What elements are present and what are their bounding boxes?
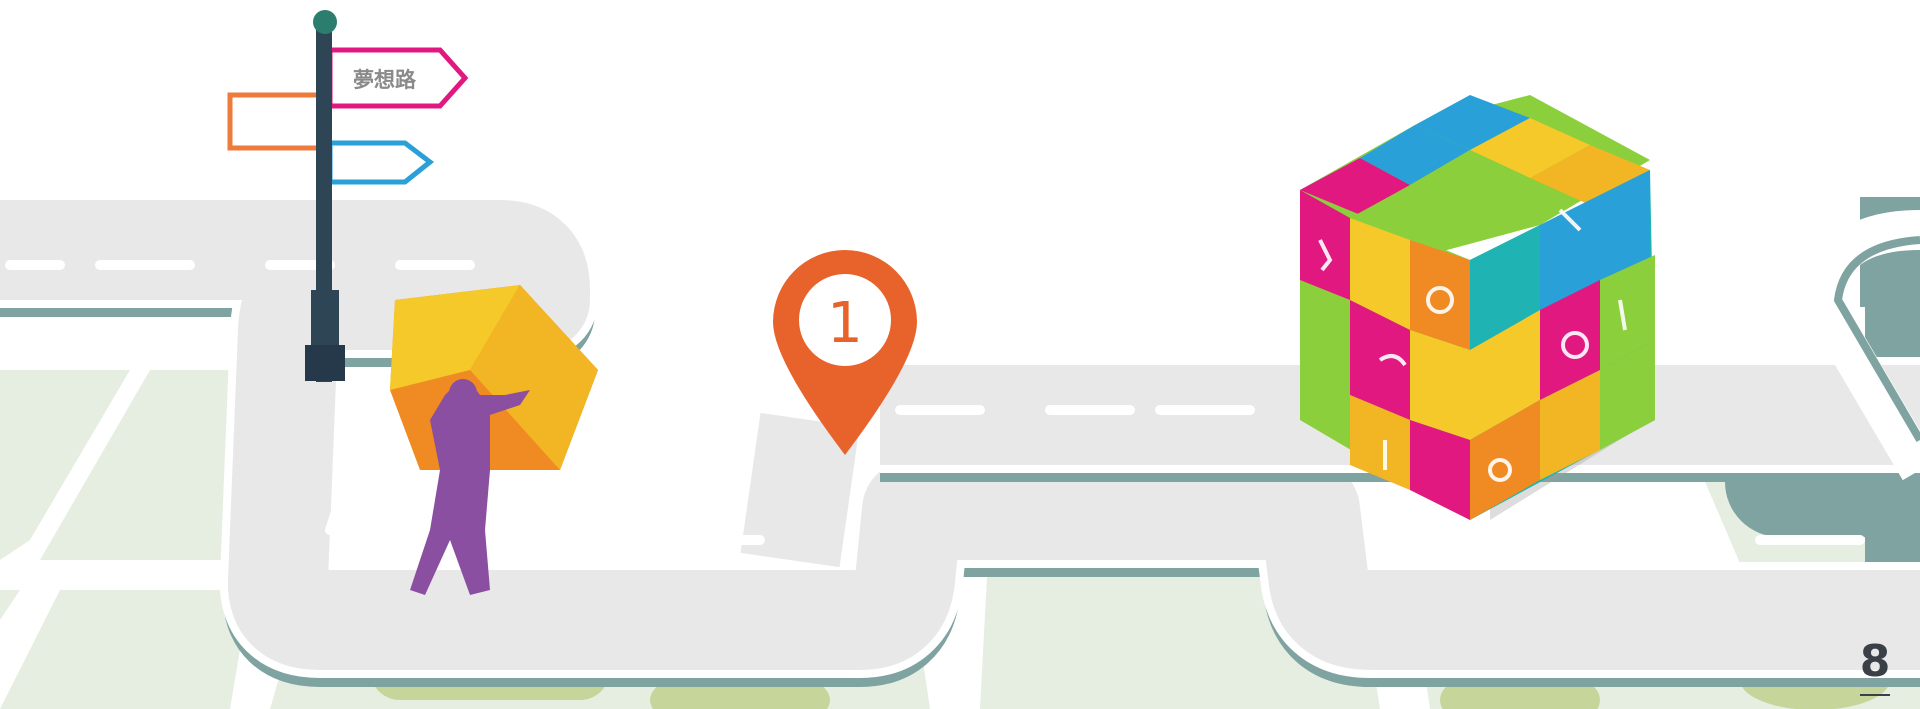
- sign-label: 夢想路: [353, 68, 417, 92]
- pin-number: 1: [827, 291, 863, 356]
- road-map-illustration: 夢想路 1: [0, 10, 1920, 709]
- slide: 夢想路 1 8: [0, 0, 1920, 709]
- page-number-underline: [1860, 694, 1890, 696]
- page-number: 8: [1859, 636, 1891, 687]
